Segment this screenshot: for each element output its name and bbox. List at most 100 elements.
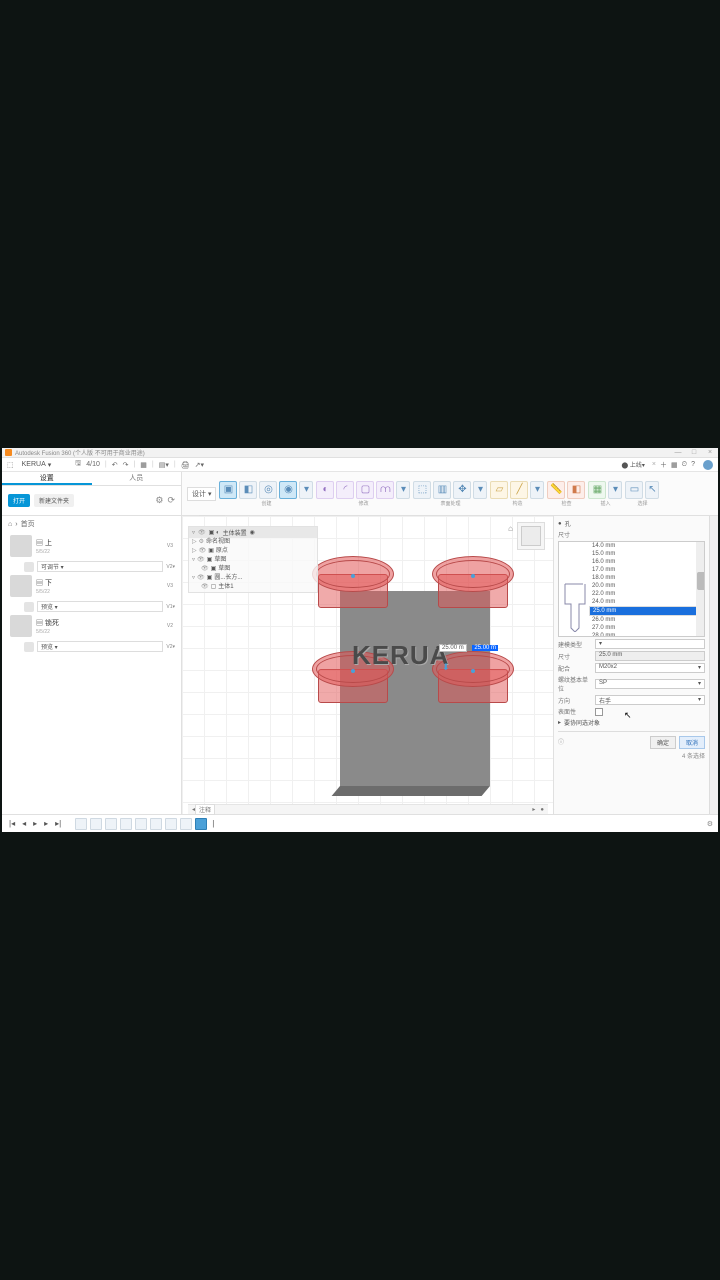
grid-icon[interactable]: ▦ (140, 461, 147, 469)
remember-checkbox[interactable] (595, 708, 603, 716)
construct-more[interactable]: ▾ (530, 481, 544, 499)
minimize-button[interactable]: — (673, 449, 683, 456)
tab-close-icon[interactable]: × (652, 461, 656, 468)
state-select-1: 可调节 ▾ (37, 561, 163, 572)
panel-strip[interactable] (709, 516, 718, 814)
objects-row[interactable]: ▸ 要协同选对象 (558, 718, 705, 727)
open-button[interactable]: 打开 (8, 494, 30, 507)
undo-icon[interactable]: ↶ (112, 461, 118, 469)
close-button[interactable]: × (705, 449, 715, 456)
timeline-feature[interactable] (150, 818, 162, 830)
card-config[interactable]: 预览 ▾ V2▾ (24, 641, 175, 652)
appearance-tool[interactable]: ▦ (588, 481, 606, 499)
ribbon-tools: 设计 ▾ ▣ ◧ ◎ ◉ ▾ 创建 ◐ ◜ ▢ ⩋ ▾ 修改 ⬚ ▥ ✥ ▾ 表… (182, 472, 718, 515)
card-config[interactable]: 可调节 ▾ V2▾ (24, 561, 175, 572)
doc-icon[interactable]: ▤▾ (159, 461, 169, 469)
new-tab-icon[interactable]: ＋ (660, 460, 667, 470)
timeline-feature[interactable] (90, 818, 102, 830)
tl-play-icon[interactable]: ▸ (31, 819, 39, 828)
timeline-feature[interactable] (120, 818, 132, 830)
tl-end-icon[interactable]: ▸| (53, 819, 63, 828)
more-icon[interactable]: ↗▾ (195, 461, 204, 469)
redo-icon[interactable]: ↷ (123, 461, 129, 469)
gizmo-icon[interactable]: ⬇ (442, 662, 450, 673)
workspace-select[interactable]: 设计 ▾ (187, 487, 216, 501)
refresh-icon[interactable]: ⟳ (167, 495, 175, 506)
left-tab-people[interactable]: 人员 (92, 472, 182, 485)
chevron-down-icon: ▾ (48, 461, 52, 469)
canvas-footer: ◂ 注释 ▸ ● (188, 804, 548, 814)
gear-icon[interactable]: ⚙ (155, 495, 163, 506)
measure-tool[interactable]: 📏 (547, 481, 565, 499)
sketch-tool[interactable]: ▣ (219, 481, 237, 499)
section-tool[interactable]: ◧ (567, 481, 585, 499)
select-more[interactable]: ↖ (645, 481, 659, 499)
info-icon[interactable]: ⓘ (558, 737, 564, 746)
presspull-tool[interactable]: ◐ (316, 481, 334, 499)
dimension-input[interactable]: ▸ 25.00 m : 25.00 m (434, 644, 498, 652)
counter: 4/10 (86, 461, 100, 468)
print-icon[interactable]: 🖨 (181, 461, 190, 469)
avatar[interactable] (703, 460, 713, 470)
timeline-feature[interactable] (165, 818, 177, 830)
design-card[interactable]: ▤ 锁死 5/5/22 V2 (8, 612, 175, 640)
expand-icon[interactable]: ▸ ● (532, 806, 544, 813)
help-icon[interactable]: ? (691, 461, 695, 468)
tl-prev-icon[interactable]: ◂ (20, 819, 28, 828)
home-icon[interactable]: ⌂ (8, 521, 12, 528)
revolve-tool[interactable]: ◎ (259, 481, 277, 499)
save-icon[interactable]: 🖫 (75, 459, 81, 470)
extrude-tool[interactable]: ◧ (239, 481, 257, 499)
shell-tool[interactable]: ▢ (356, 481, 374, 499)
size-input[interactable]: 25.0 mm (595, 651, 705, 661)
dashboard-icon[interactable]: ⬚ (7, 461, 14, 469)
size-listbox[interactable]: 14.0 mm 15.0 mm 16.0 mm 17.0 mm 18.0 mm … (558, 541, 705, 637)
timeline-feature[interactable] (135, 818, 147, 830)
axis-tool[interactable]: ╱ (510, 481, 528, 499)
timeline-feature[interactable] (105, 818, 117, 830)
plane-tool[interactable]: ▱ (490, 481, 508, 499)
tol-select[interactable]: SP ▾ (595, 679, 705, 689)
assemble-more[interactable]: ▾ (473, 481, 487, 499)
breadcrumb[interactable]: ⌂ › 首页 (8, 519, 175, 529)
extensions-icon[interactable]: ▦ (671, 461, 678, 469)
insert-more[interactable]: ▾ (608, 481, 622, 499)
move-tool[interactable]: ✥ (453, 481, 471, 499)
viewcube-home-icon[interactable]: ⌂ (508, 524, 513, 533)
ok-button[interactable]: 确定 (650, 736, 676, 749)
design-card[interactable]: ▤ 下 5/5/22 V3 (8, 572, 175, 600)
left-tab-data[interactable]: 设置 (2, 472, 92, 485)
new-folder-button[interactable]: 新建文件夹 (34, 494, 74, 507)
select-tool[interactable]: ▭ (625, 481, 643, 499)
document-tab[interactable]: KERUA ▾ (18, 461, 56, 469)
fusion-window: Autodesk Fusion 360 (个人版 不可用于商业用途) — □ ×… (2, 448, 718, 832)
titlebar: Autodesk Fusion 360 (个人版 不可用于商业用途) — □ × (2, 448, 718, 458)
timeline-feature-current[interactable] (195, 818, 207, 830)
fillet-tool[interactable]: ◜ (336, 481, 354, 499)
create-more[interactable]: ▾ (299, 481, 313, 499)
modeled-select[interactable]: ▾ (595, 639, 705, 649)
scrollbar[interactable] (696, 542, 704, 636)
dir-select[interactable]: 右手 ▾ (595, 695, 705, 705)
selection-count: 4 条选择 (558, 751, 705, 760)
modify-more[interactable]: ▾ (396, 481, 410, 499)
design-card[interactable]: ▤ 上 5/5/22 V3 (8, 532, 175, 560)
card-config[interactable]: 预览 ▾ V1▾ (24, 601, 175, 612)
comments-tab[interactable]: 注释 (195, 804, 215, 815)
cancel-button[interactable]: 取消 (679, 736, 705, 749)
tl-start-icon[interactable]: |◂ (7, 819, 17, 828)
tl-next-icon[interactable]: ▸ (42, 819, 50, 828)
pattern-tool[interactable]: ⬚ (413, 481, 431, 499)
notify-icon[interactable]: ⏲ (682, 461, 687, 469)
timeline-feature[interactable] (180, 818, 192, 830)
fit-select[interactable]: M20x2 ▾ (595, 663, 705, 673)
maximize-button[interactable]: □ (689, 449, 699, 456)
mirror-tool[interactable]: ▥ (433, 481, 451, 499)
online-tab[interactable]: ⬤ 上线▾ (618, 460, 647, 469)
timeline-feature[interactable] (75, 818, 87, 830)
hole-tool[interactable]: ◉ (279, 481, 297, 499)
timeline-settings-icon[interactable]: ⚙ (707, 820, 713, 828)
mini-thumb (24, 562, 34, 572)
browser-tree[interactable]: ▿👁 ▣ ◐ 主体装置 ◉ ▷⚙命名视图 ▷👁 ▣ 原点 ▿👁 ▣ 草图 👁 ▣… (188, 526, 318, 593)
combine-tool[interactable]: ⩋ (376, 481, 394, 499)
